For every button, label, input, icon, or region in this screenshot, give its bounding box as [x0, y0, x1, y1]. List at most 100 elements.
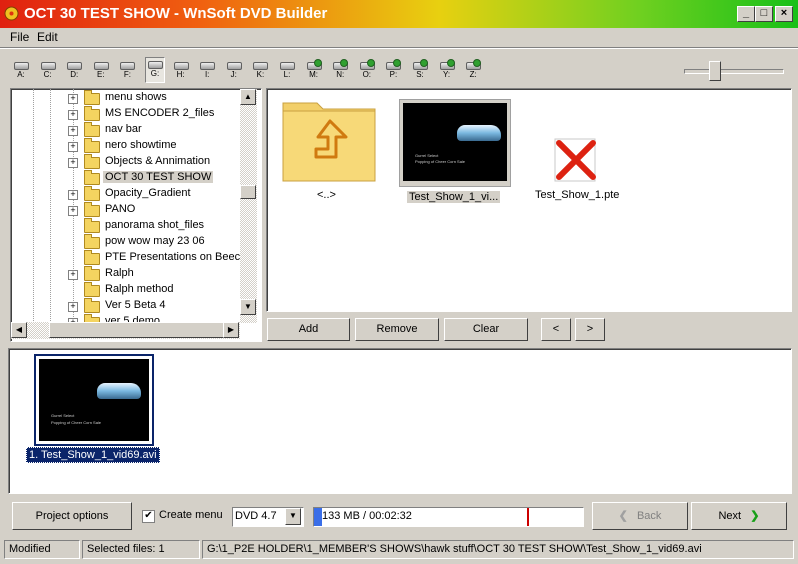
expand-toggle-icon[interactable]: +	[68, 302, 78, 312]
zoom-slider-track[interactable]	[684, 69, 784, 74]
minimize-button[interactable]: _	[737, 6, 755, 22]
tree-item[interactable]: + nav bar	[11, 122, 241, 138]
status-selected: Selected files: 1	[82, 540, 200, 559]
folder-icon	[84, 122, 100, 137]
project-options-button[interactable]: Project options	[12, 502, 132, 530]
network-indicator-icon	[420, 59, 428, 67]
drive-n-button[interactable]: N:	[331, 59, 349, 81]
drive-label: H:	[176, 70, 185, 79]
tree-vscroll[interactable]: ▲ ▼	[240, 89, 257, 323]
drive-label: K:	[256, 70, 265, 79]
disc-usage-bar: 133 MB / 00:02:32	[313, 507, 584, 527]
drive-g-button[interactable]: G:	[145, 57, 165, 83]
menu-edit[interactable]: Edit	[37, 30, 58, 44]
drive-e-button[interactable]: E:	[92, 59, 110, 81]
tree-item[interactable]: + Opacity_Gradient	[11, 186, 241, 202]
project-item[interactable]: Gurrel Select Popping of Cheer Corn Sale	[34, 354, 154, 446]
drive-l-button[interactable]: L:	[278, 59, 296, 81]
create-menu-checkbox[interactable]: ✔	[142, 510, 155, 523]
file-item-pte[interactable]: Test_Show_1.pte	[529, 97, 629, 207]
expand-toggle-icon[interactable]: +	[68, 206, 78, 216]
tree-item[interactable]: + menu shows	[11, 90, 241, 106]
tree-item[interactable]: PTE Presentations on Beech	[11, 250, 246, 266]
drive-c-button[interactable]: C:	[39, 59, 57, 81]
expand-toggle-icon[interactable]: +	[68, 190, 78, 200]
drive-label: G:	[150, 69, 160, 78]
remove-button[interactable]: Remove	[355, 318, 439, 341]
drive-z-button[interactable]: Z:	[464, 59, 482, 81]
clear-button[interactable]: Clear	[444, 318, 528, 341]
folder-icon	[84, 138, 100, 153]
tree-item[interactable]: + nero showtime	[11, 138, 241, 154]
thumb-caption: Gurrel Select	[415, 153, 439, 158]
file-browser[interactable]: <..> Gurrel Select Popping of Cheer Corn…	[266, 88, 792, 312]
file-item-up[interactable]: <..>	[281, 97, 379, 207]
car-image	[457, 125, 501, 141]
tree-item-label: Ralph	[105, 267, 134, 279]
tree-item[interactable]: panorama shot_files	[11, 218, 241, 234]
drive-j-button[interactable]: J:	[225, 59, 243, 81]
drive-f-button[interactable]: F:	[118, 59, 136, 81]
video-thumbnail: Gurrel Select Popping of Cheer Corn Sale	[403, 103, 507, 181]
tree-item-label: OCT 30 TEST SHOW	[103, 171, 214, 183]
scroll-thumb[interactable]	[240, 185, 256, 199]
folder-tree[interactable]: + menu shows + MS ENCODER 2_files + nav bar + n…	[10, 88, 262, 342]
expand-toggle-icon[interactable]: +	[68, 158, 78, 168]
tree-item[interactable]: + Ver 5 Beta 4	[11, 298, 241, 314]
expand-toggle-icon[interactable]: +	[68, 126, 78, 136]
chevron-down-icon[interactable]: ▼	[285, 508, 301, 525]
hscroll-thumb[interactable]	[49, 322, 225, 338]
tree-item[interactable]: OCT 30 TEST SHOW	[11, 170, 241, 186]
tree-item[interactable]: pow wow may 23 06	[11, 234, 241, 250]
zoom-slider-thumb[interactable]	[709, 61, 721, 81]
tree-item[interactable]: Ralph method	[11, 282, 241, 298]
next-button[interactable]: Next ❯	[691, 502, 787, 530]
drive-y-button[interactable]: Y:	[438, 59, 456, 81]
close-button[interactable]: ×	[775, 6, 793, 22]
drive-h-button[interactable]: H:	[172, 59, 190, 81]
folder-icon	[84, 250, 100, 265]
scroll-up-button[interactable]: ▲	[240, 89, 256, 105]
drive-a-button[interactable]: A:	[12, 59, 30, 81]
drive-d-button[interactable]: D:	[65, 59, 83, 81]
tree-item[interactable]: + MS ENCODER 2_files	[11, 106, 241, 122]
tree-item-label: panorama shot_files	[105, 219, 205, 231]
drive-p-button[interactable]: P:	[384, 59, 402, 81]
title-bar[interactable]: OCT 30 TEST SHOW - WnSoft DVD Builder _ …	[0, 0, 798, 28]
file-item-video[interactable]: Gurrel Select Popping of Cheer Corn Sale…	[399, 99, 511, 205]
project-item-label[interactable]: 1. Test_Show_1_vid69.avi	[26, 447, 160, 463]
drive-label: A:	[17, 70, 25, 79]
disc-type-select[interactable]: DVD 4.7 ▼	[232, 507, 304, 527]
drive-icon	[67, 62, 83, 70]
expand-toggle-icon[interactable]: +	[68, 142, 78, 152]
tree-item-label: MS ENCODER 2_files	[105, 107, 215, 119]
tree-item-label: nav bar	[105, 123, 142, 135]
tree-item-label: pow wow may 23 06	[105, 235, 205, 247]
drive-k-button[interactable]: K:	[251, 59, 269, 81]
drive-label: N:	[336, 70, 345, 79]
expand-toggle-icon[interactable]: +	[68, 94, 78, 104]
folder-icon	[84, 202, 100, 217]
maximize-button[interactable]: □	[755, 6, 773, 22]
back-button[interactable]: ❮ Back	[592, 502, 688, 530]
add-button[interactable]: Add	[267, 318, 350, 341]
tree-item[interactable]: + PANO	[11, 202, 241, 218]
drive-m-button[interactable]: M:	[305, 59, 323, 81]
expand-toggle-icon[interactable]: +	[68, 270, 78, 280]
scroll-left-button[interactable]: ◀	[11, 322, 27, 338]
scroll-right-button[interactable]: ▶	[223, 322, 239, 338]
drive-o-button[interactable]: O:	[358, 59, 376, 81]
expand-toggle-icon[interactable]: +	[68, 110, 78, 120]
tree-hscroll[interactable]: ◀ ▶	[11, 322, 240, 339]
scroll-down-button[interactable]: ▼	[240, 299, 256, 315]
prev-button[interactable]: <	[541, 318, 571, 341]
drive-s-button[interactable]: S:	[411, 59, 429, 81]
drive-label: O:	[362, 70, 372, 79]
folder-icon	[84, 154, 100, 169]
drive-i-button[interactable]: I:	[198, 59, 216, 81]
next-page-button[interactable]: >	[575, 318, 605, 341]
project-panel[interactable]: Gurrel Select Popping of Cheer Corn Sale…	[8, 348, 792, 494]
tree-item[interactable]: + Objects & Annimation	[11, 154, 241, 170]
menu-file[interactable]: File	[10, 30, 29, 44]
tree-item[interactable]: + Ralph	[11, 266, 241, 282]
